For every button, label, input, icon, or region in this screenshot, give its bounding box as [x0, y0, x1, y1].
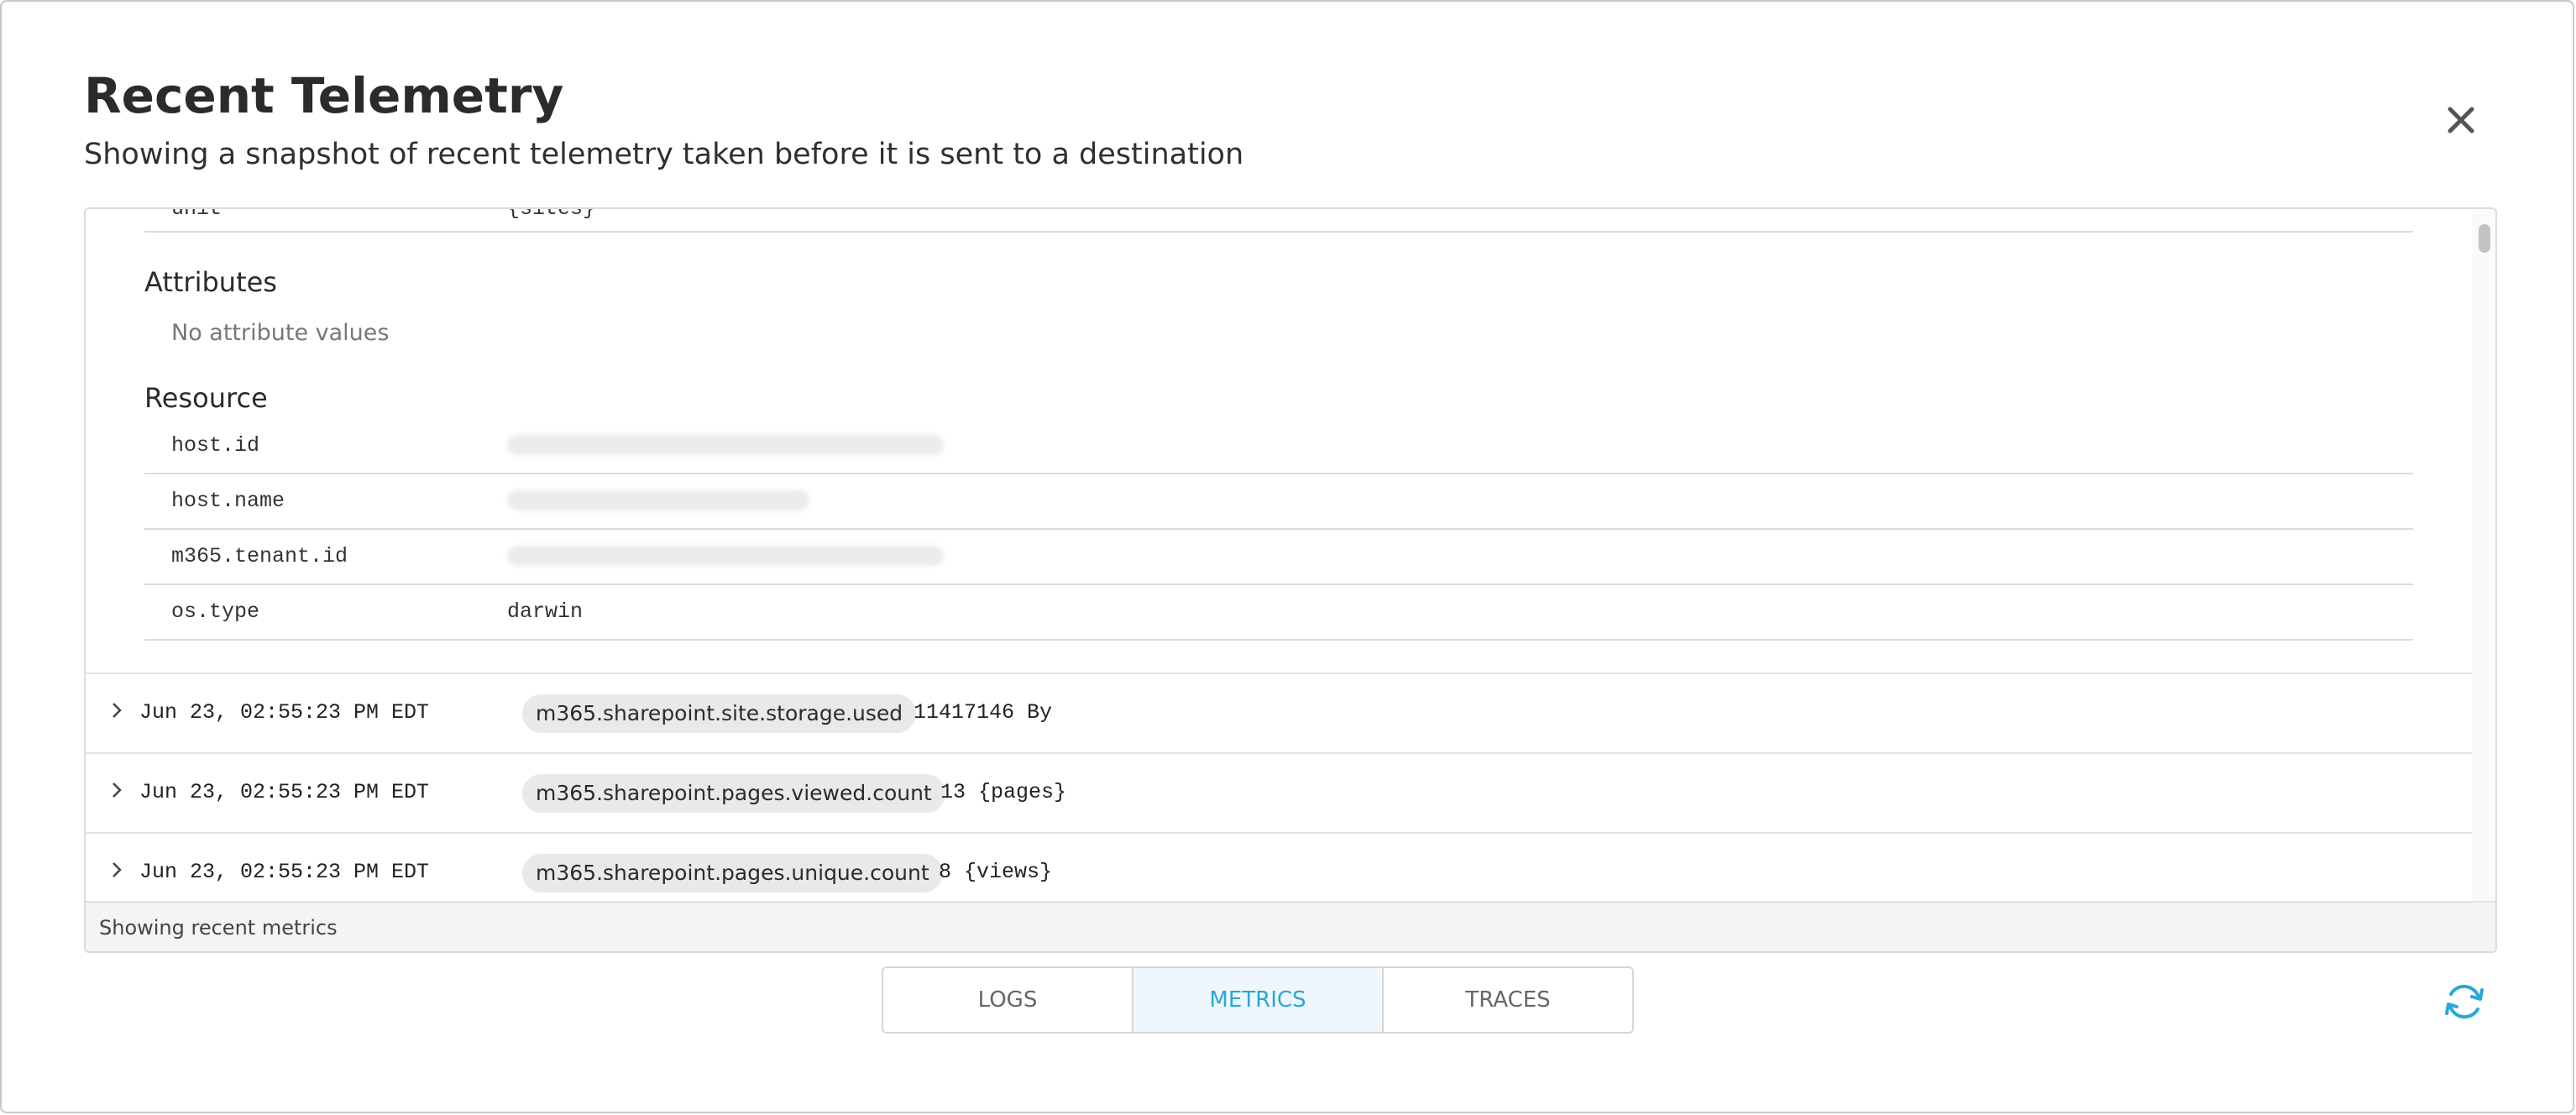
metric-value: 13 {pages}	[940, 780, 1067, 804]
resource-key: host.name	[171, 489, 285, 513]
resource-key: m365.tenant.id	[171, 544, 348, 568]
telemetry-list[interactable]: unit {sites} Attributes No attribute val…	[86, 209, 2472, 901]
attributes-heading: Attributes	[144, 266, 277, 298]
refresh-button[interactable]	[2442, 981, 2487, 1023]
resource-row: host.name	[144, 474, 2413, 530]
metric-timestamp: Jun 23, 02:55:23 PM EDT	[139, 700, 430, 725]
unit-key: unit	[171, 209, 222, 231]
expanded-metric-details: unit {sites} Attributes No attribute val…	[86, 209, 2472, 674]
metric-value: 8 {views}	[939, 860, 1053, 884]
chevron-right-icon[interactable]	[106, 699, 128, 721]
resource-row: m365.tenant.id	[144, 530, 2413, 585]
resource-value-redacted	[507, 419, 944, 473]
metric-row[interactable]: Jun 23, 02:55:23 PM EDT m365.sharepoint.…	[86, 752, 2472, 833]
metric-row[interactable]: Jun 23, 02:55:23 PM EDT m365.sharepoint.…	[86, 673, 2472, 753]
telemetry-dialog: Recent Telemetry Showing a snapshot of r…	[0, 0, 2574, 1113]
no-attributes-text: No attribute values	[171, 320, 390, 346]
tab-logs[interactable]: LOGS	[883, 968, 1134, 1032]
telemetry-panel: unit {sites} Attributes No attribute val…	[84, 207, 2497, 953]
vertical-scrollbar[interactable]	[2472, 209, 2495, 901]
metric-name-badge: m365.sharepoint.pages.unique.count	[522, 854, 943, 893]
chevron-right-icon[interactable]	[106, 779, 128, 801]
unit-value: {sites}	[507, 209, 595, 231]
metric-name-badge: m365.sharepoint.site.storage.used	[522, 694, 917, 733]
resource-value: darwin	[507, 599, 584, 624]
tab-metrics[interactable]: METRICS	[1134, 968, 1384, 1032]
footer-status: Showing recent metrics	[99, 916, 338, 940]
dialog-title: Recent Telemetry	[84, 67, 564, 124]
refresh-icon	[2445, 984, 2484, 1019]
unit-row: unit {sites}	[144, 209, 2413, 233]
resource-value-redacted	[507, 474, 809, 528]
tab-traces[interactable]: TRACES	[1384, 968, 1632, 1032]
resource-key: os.type	[171, 599, 260, 624]
metric-row[interactable]: Jun 23, 02:55:23 PM EDT m365.sharepoint.…	[86, 832, 2472, 901]
metric-timestamp: Jun 23, 02:55:23 PM EDT	[139, 860, 430, 884]
telemetry-type-tabs: LOGS METRICS TRACES	[882, 966, 1634, 1034]
resource-key: host.id	[171, 433, 260, 458]
metric-name-badge: m365.sharepoint.pages.viewed.count	[522, 774, 945, 813]
panel-footer: Showing recent metrics	[86, 901, 2495, 951]
dialog-subtitle: Showing a snapshot of recent telemetry t…	[84, 138, 1244, 171]
metric-timestamp: Jun 23, 02:55:23 PM EDT	[139, 780, 430, 804]
resource-heading: Resource	[144, 382, 268, 414]
chevron-right-icon[interactable]	[106, 859, 128, 881]
resource-row: os.type darwin	[144, 585, 2413, 641]
scrollbar-thumb[interactable]	[2479, 224, 2490, 253]
resource-value-redacted	[507, 530, 944, 584]
close-icon	[2448, 107, 2474, 133]
metric-value: 11417146 By	[914, 700, 1053, 725]
resource-row: host.id	[144, 419, 2413, 474]
close-button[interactable]	[2440, 99, 2482, 141]
